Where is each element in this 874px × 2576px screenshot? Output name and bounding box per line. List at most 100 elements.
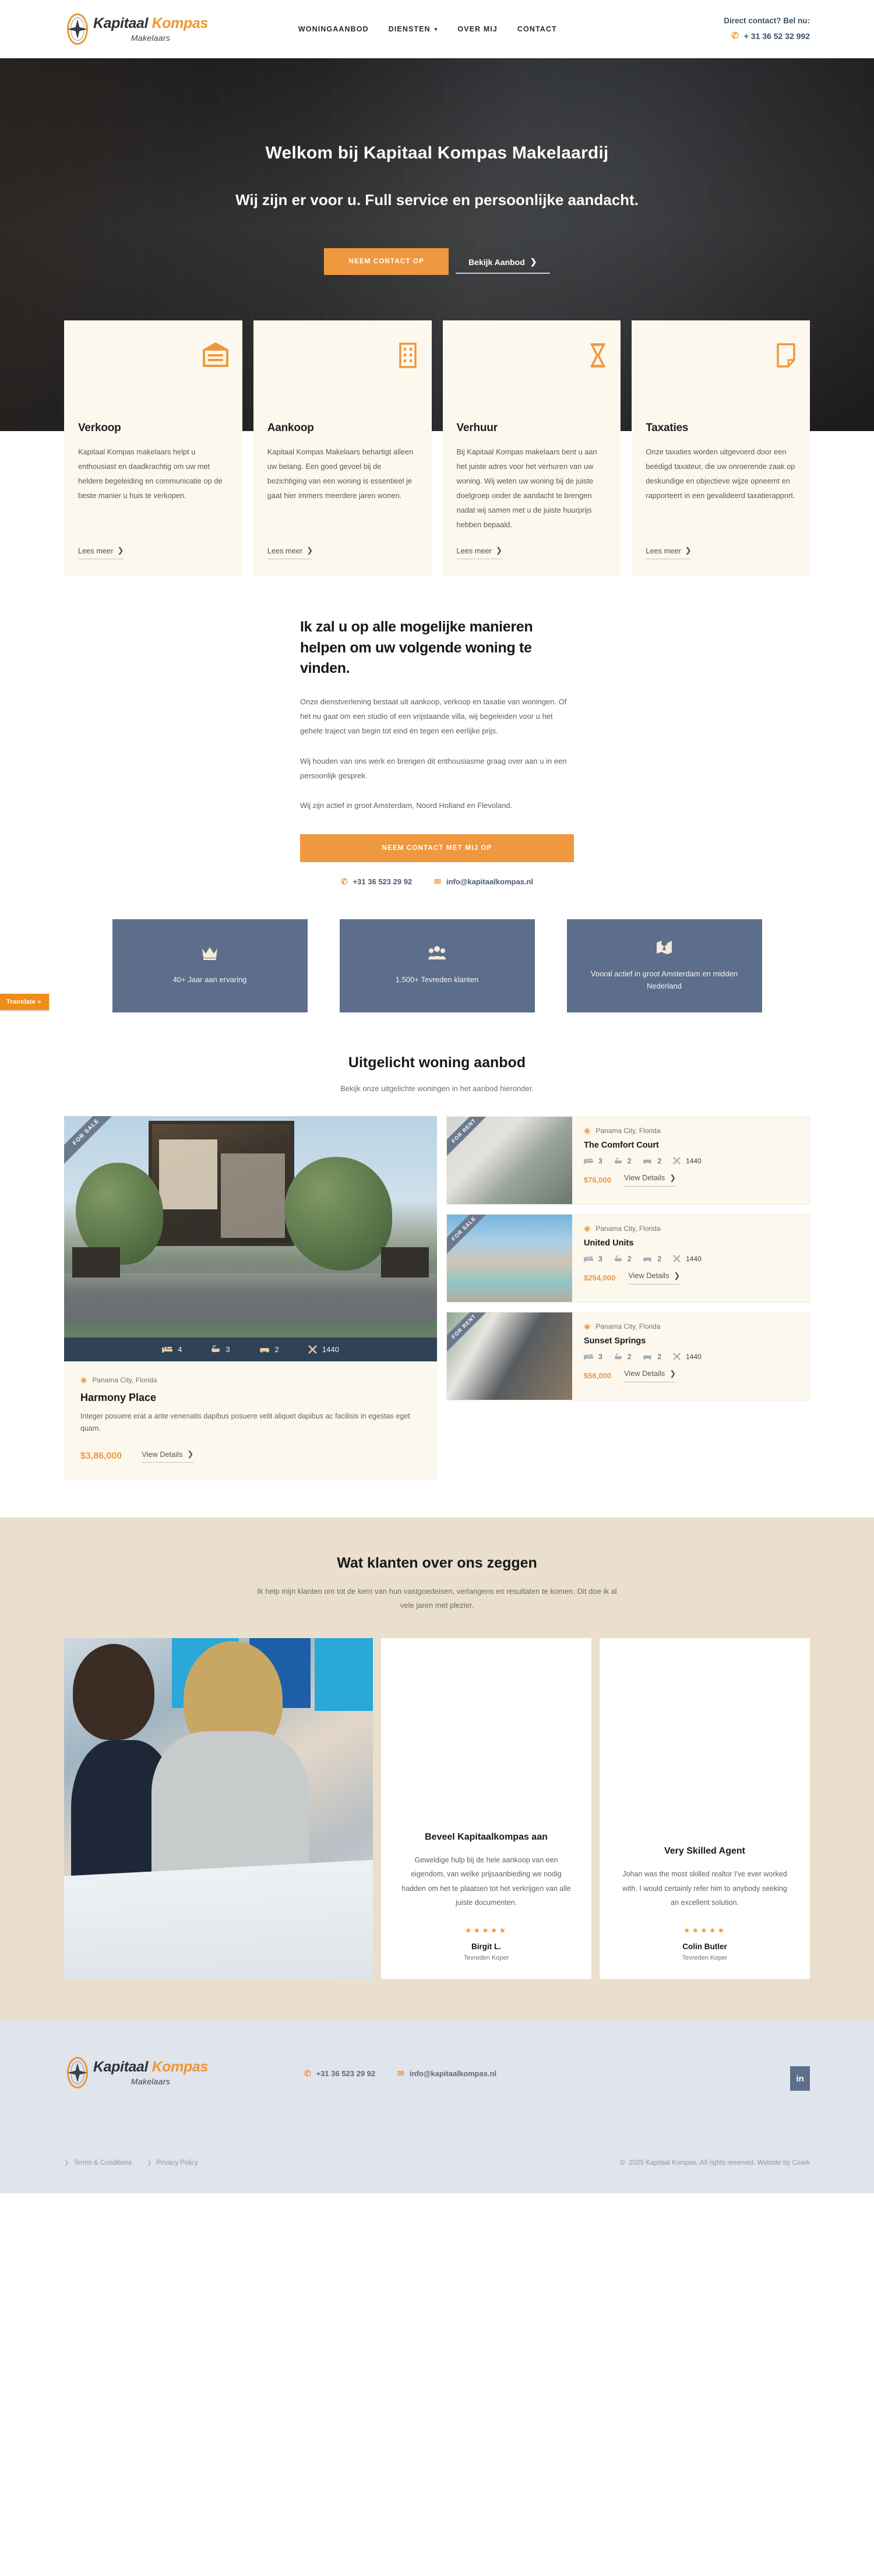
testimonials-subtitle: Ik help mijn klanten om tot de kern van … [257, 1587, 617, 1610]
testimonial-author: Birgit L. [471, 1942, 501, 1952]
service-read-more-link[interactable]: Lees meer ❯ [646, 546, 692, 559]
about-email-link[interactable]: ✉ info@kapitaalkompas.nl [434, 877, 533, 887]
meta-bathrooms: 2 [614, 1353, 631, 1361]
stat-box-region: Vooral actief in groot Amsterdam en midd… [566, 919, 762, 1012]
meta-area: 1440 [673, 1157, 702, 1165]
brand-logo[interactable]: Kapitaal Kompas Makelaars [64, 12, 208, 46]
meta-area: 1440 [673, 1353, 702, 1361]
header-phone-link[interactable]: ✆ + 31 36 52 32 992 [724, 30, 810, 42]
about-phone-number: +31 36 523 29 92 [353, 877, 413, 886]
chevron-right-icon: ❯ [669, 1173, 676, 1182]
footer-brand-word-2: Kompas [151, 2059, 209, 2076]
footer-link-label: Terms & Conditions [73, 2159, 132, 2167]
compass-icon [64, 2056, 91, 2090]
hero-cta-group: NEEM CONTACT OP Bekijk Aanbod ❯ [146, 248, 728, 275]
property-location: ◉ Panama City, Florida [584, 1224, 798, 1233]
phone-icon: ✆ [340, 876, 348, 886]
footer-brand-logo[interactable]: Kapitaal Kompas Makelaars [64, 2056, 208, 2090]
property-card-sunset-springs[interactable]: FOR RENT ◉ Panama City, Florida Sunset S… [446, 1311, 810, 1400]
copyright-text: 2025 Kapitaal Kompas. All rights reserve… [629, 2159, 810, 2167]
property-title: Sunset Springs [584, 1336, 646, 1346]
footer-phone-link[interactable]: ✆ +31 36 523 29 92 [304, 2069, 375, 2079]
header-contact: Direct contact? Bel nu: ✆ + 31 36 52 32 … [724, 16, 810, 42]
building-icon [267, 343, 418, 375]
view-details-link[interactable]: View Details ❯ [624, 1369, 676, 1382]
property-card-comfort-court[interactable]: FOR RENT ◉ Panama City, Florida The Comf… [446, 1116, 810, 1205]
testimonial-photo [64, 1638, 373, 1979]
meta-value: 3 [598, 1254, 602, 1263]
meta-bathrooms: 2 [614, 1254, 632, 1263]
footer-link-privacy[interactable]: ❯ Privacy Policy [147, 2159, 198, 2166]
property-photo: FOR SALE [447, 1214, 572, 1302]
footer-link-terms[interactable]: ❯ Terms & Conditions [64, 2159, 132, 2166]
area-icon [673, 1255, 681, 1262]
service-read-more-link[interactable]: Lees meer ❯ [267, 546, 313, 559]
testimonials-grid: Beveel Kapitaalkompas aan Geweldige hulp… [0, 1638, 874, 1979]
status-badge: FOR RENT [447, 1116, 499, 1166]
service-title: Verhuur [456, 422, 498, 434]
service-card-verkoop[interactable]: Verkoop Kapitaal Kompas makelaars helpt … [64, 320, 242, 577]
view-details-link[interactable]: View Details ❯ [624, 1173, 676, 1187]
hero-contact-button[interactable]: NEEM CONTACT OP [324, 248, 449, 275]
about-paragraph-2: Wij houden van ons werk en brengen dit e… [300, 756, 567, 780]
property-title: The Comfort Court [584, 1140, 659, 1150]
status-badge: FOR RENT [447, 1312, 499, 1361]
about-phone-link[interactable]: ✆ +31 36 523 29 92 [341, 877, 412, 887]
phone-icon: ✆ [731, 31, 739, 41]
footer-contact-row: ✆ +31 36 523 29 92 ✉ info@kapitaalkompas… [304, 2069, 496, 2079]
bath-icon [211, 1345, 220, 1353]
meta-value: 2 [657, 1254, 662, 1263]
translate-button[interactable]: Translate » [0, 994, 49, 1010]
meta-area: 1440 [673, 1255, 702, 1263]
service-card-verhuur[interactable]: Verhuur Bij Kapitaal Kompas makelaars be… [442, 320, 621, 577]
phone-icon: ✆ [304, 2069, 311, 2079]
bed-icon [584, 1353, 593, 1360]
nav-item-contact[interactable]: CONTACT [517, 25, 557, 33]
about-contact-button[interactable]: NEEM CONTACT MET MIJ OP [300, 834, 574, 862]
compass-star-icon [68, 19, 87, 39]
car-icon [643, 1158, 652, 1164]
car-icon [643, 1255, 652, 1262]
copyright-notice: © 2025 Kapitaal Kompas. All rights reser… [620, 2159, 810, 2166]
property-description: Integer posuere erat a ante venenatis da… [80, 1411, 410, 1433]
property-meta: 3 2 2 1440 [584, 1353, 798, 1361]
service-card-taxaties[interactable]: Taxaties Onze taxaties worden uitgevoerd… [632, 320, 810, 577]
hero-listings-button[interactable]: Bekijk Aanbod ❯ [456, 249, 550, 274]
testimonial-card-2: Very Skilled Agent Johan was the most sk… [600, 1638, 810, 1979]
nav-item-diensten[interactable]: DIENSTEN ▾ [389, 25, 438, 33]
meta-value: 2 [657, 1352, 662, 1361]
meta-garage: 2 [259, 1345, 279, 1354]
meta-value: 3 [598, 1156, 602, 1165]
meta-bathrooms: 3 [211, 1345, 230, 1354]
chevron-right-icon: ❯ [64, 2159, 69, 2166]
map-pin-icon: ◉ [584, 1223, 591, 1233]
car-icon [643, 1353, 652, 1360]
service-read-more-link[interactable]: Lees meer ❯ [456, 546, 502, 559]
property-card-united-units[interactable]: FOR SALE ◉ Panama City, Florida United U… [446, 1213, 810, 1303]
property-photo: FOR RENT [447, 1116, 572, 1204]
brand-subtitle: Makelaars [131, 33, 171, 43]
meta-value: 1440 [322, 1345, 339, 1354]
meta-value: 2 [627, 1254, 632, 1263]
service-body: Kapitaal Kompas Makelaars behartigt alle… [267, 447, 414, 500]
testimonial-title: Beveel Kapitaalkompas aan [425, 1832, 548, 1842]
view-details-link[interactable]: View Details ❯ [142, 1449, 194, 1463]
service-read-more-link[interactable]: Lees meer ❯ [78, 546, 124, 559]
linkedin-icon[interactable]: in [790, 2066, 810, 2091]
stat-label: 1.500+ Tevreden klanten [395, 975, 479, 984]
meta-value: 1440 [686, 1156, 702, 1165]
property-card-featured[interactable]: FOR SALE 4 3 2 1440 ◉ Panama City, Flori… [64, 1116, 437, 1481]
service-body: Bij Kapitaal Kompas makelaars bent u aan… [456, 447, 597, 529]
main-navigation: WONINGAANBOD DIENSTEN ▾ OVER MIJ CONTACT [298, 25, 557, 33]
property-price: $3,86,000 [80, 1451, 122, 1461]
view-details-label: View Details [628, 1271, 669, 1280]
nav-item-over-mij[interactable]: OVER MIJ [457, 25, 498, 33]
view-details-link[interactable]: View Details ❯ [628, 1271, 681, 1285]
service-card-aankoop[interactable]: Aankoop Kapitaal Kompas Makelaars behart… [253, 320, 432, 577]
meta-value: 1440 [686, 1254, 702, 1263]
view-details-label: View Details [624, 1369, 665, 1378]
footer-email-link[interactable]: ✉ info@kapitaalkompas.nl [397, 2069, 496, 2079]
map-pin-icon: ◉ [80, 1375, 87, 1384]
nav-item-woningaanbod[interactable]: WONINGAANBOD [298, 25, 369, 33]
property-meta: 3 2 2 1440 [584, 1255, 798, 1263]
